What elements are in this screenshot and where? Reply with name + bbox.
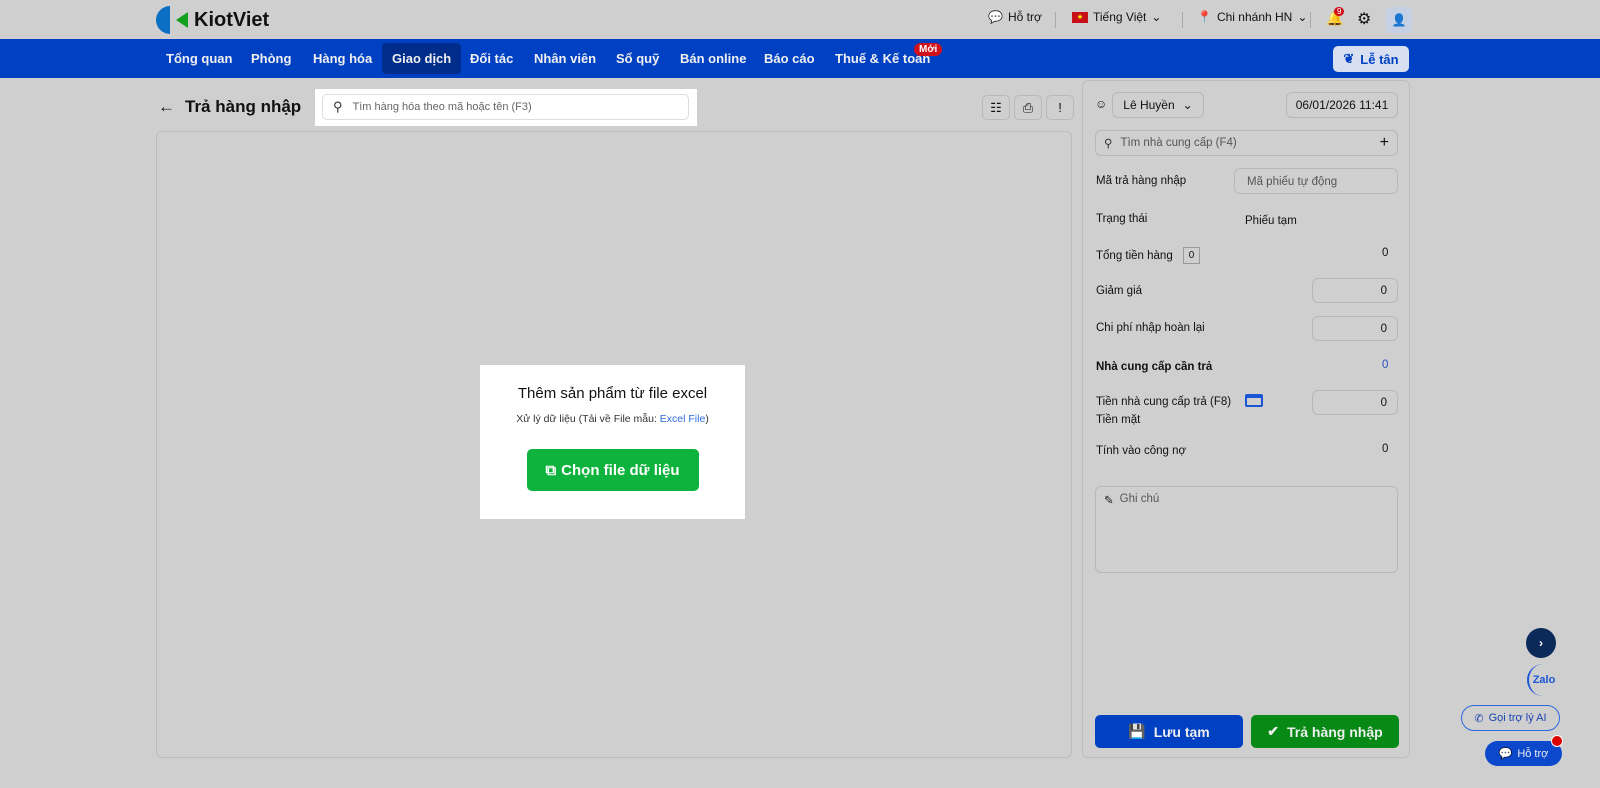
chevron-down-icon: ⌄: [1151, 10, 1162, 24]
exclamation-icon: !: [1058, 100, 1062, 115]
printer-icon: ⎙: [1022, 99, 1034, 115]
floppy-icon: 💾: [1128, 723, 1146, 739]
search-icon: ⚲: [333, 99, 343, 114]
nav-ban-online[interactable]: Bán online: [670, 43, 756, 74]
branch-select[interactable]: 📍 Chi nhánh HN ⌄: [1197, 10, 1307, 24]
vn-flag-icon: ★: [1072, 11, 1088, 23]
check-icon: ✔: [1267, 723, 1280, 739]
language-select[interactable]: ★ Tiếng Việt ⌄: [1072, 10, 1161, 24]
lotus-icon: ❦: [1343, 51, 1355, 66]
supplier-paid-label: Tiền nhà cung cấp trả (F8): [1096, 396, 1232, 408]
ai-assistant-button[interactable]: ✆ Gọi trợ lý AI: [1461, 705, 1560, 731]
divider: [1055, 12, 1056, 28]
nav-giao-dich[interactable]: Giao dịch: [382, 43, 462, 74]
code-label: Mã trả hàng nhập: [1096, 175, 1187, 187]
code-input[interactable]: Mã phiếu tự động: [1234, 168, 1398, 194]
page-title: Trả hàng nhập: [185, 97, 302, 116]
credit-card-icon[interactable]: [1245, 394, 1263, 407]
supplier-due-label: Nhà cung cấp cần trả: [1096, 361, 1213, 373]
save-draft-button[interactable]: 💾 Lưu tạm: [1095, 715, 1243, 748]
kiotviet-logo[interactable]: KiotViet: [156, 6, 269, 34]
supplier-search-input[interactable]: ⚲ Tìm nhà cung cấp (F4) +: [1095, 130, 1398, 156]
total-value: 0: [1382, 247, 1389, 259]
info-button[interactable]: !: [1046, 95, 1074, 120]
import-excel-dialog: Thêm sản phẩm từ file excel Xử lý dữ liệ…: [480, 365, 745, 519]
status-label: Trạng thái: [1096, 213, 1148, 225]
product-search-input[interactable]: ⚲ Tìm hàng hóa theo mã hoặc tên (F3): [322, 94, 689, 120]
choose-file-button[interactable]: ⧉ Chọn file dữ liệu: [526, 449, 699, 491]
divider: [1310, 12, 1311, 28]
search-icon: ⚲: [1104, 138, 1113, 150]
nav-doi-tac[interactable]: Đối tác: [460, 43, 523, 74]
debt-value: 0: [1382, 443, 1389, 455]
notification-badge: 9: [1334, 7, 1345, 16]
chevron-down-icon: ⌄: [1182, 98, 1193, 112]
dialog-description: Xử lý dữ liệu (Tải về File mẫu: Excel Fi…: [516, 413, 709, 425]
total-label: Tổng tiền hàng: [1096, 250, 1173, 262]
copy-icon: ⧉: [545, 461, 557, 479]
reception-button[interactable]: ❦ Lễ tân: [1333, 46, 1409, 72]
datetime-field[interactable]: 06/01/2026 11:41: [1286, 92, 1398, 118]
debt-label: Tính vào công nợ: [1096, 445, 1187, 457]
barcode-mode-button[interactable]: ☷: [982, 95, 1010, 120]
supplier-due-value: 0: [1382, 359, 1389, 371]
nav-so-quy[interactable]: Sổ quỹ: [606, 43, 669, 74]
chat-icon: 💬: [1498, 748, 1513, 760]
chevron-right-icon: ›: [1539, 636, 1543, 650]
location-icon: 📍: [1197, 10, 1212, 24]
excel-template-link[interactable]: Excel File: [660, 413, 706, 425]
gear-icon[interactable]: ⚙: [1357, 9, 1371, 29]
discount-label: Giảm giá: [1096, 285, 1143, 297]
print-button[interactable]: ⎙: [1014, 95, 1042, 120]
bell-icon[interactable]: 🔔 9: [1326, 7, 1345, 27]
refund-cost-input[interactable]: 0: [1312, 316, 1398, 341]
nav-phong[interactable]: Phòng: [241, 43, 301, 74]
chat-icon: 💬: [988, 10, 1003, 24]
user-icon: ☺: [1095, 97, 1108, 111]
submit-return-button[interactable]: ✔ Trả hàng nhập: [1251, 715, 1399, 748]
support-link[interactable]: 💬 Hỗ trợ: [988, 10, 1042, 24]
avatar[interactable]: 👤: [1386, 7, 1412, 33]
user-select[interactable]: Lê Huyền ⌄: [1112, 92, 1204, 118]
discount-input[interactable]: 0: [1312, 278, 1398, 303]
help-chat-button[interactable]: 💬 Hỗ trợ: [1485, 741, 1562, 766]
dialog-title: Thêm sản phẩm từ file excel: [517, 385, 708, 402]
zalo-button[interactable]: Zalo: [1527, 664, 1559, 696]
nav-nhan-vien[interactable]: Nhân viên: [524, 43, 606, 74]
scanner-icon: ☷: [990, 99, 1002, 115]
phone-icon: ✆: [1474, 712, 1484, 725]
new-badge: Mới: [914, 43, 943, 56]
status-value: Phiếu tạm: [1245, 215, 1297, 227]
nav-tong-quan[interactable]: Tổng quan: [156, 43, 242, 74]
expand-widgets-button[interactable]: ›: [1526, 628, 1556, 658]
note-textarea[interactable]: ✎ Ghi chú: [1095, 486, 1398, 573]
back-arrow-icon[interactable]: ←: [158, 97, 175, 117]
payment-method: Tiền mặt: [1096, 414, 1141, 426]
unread-dot: [1551, 735, 1563, 747]
pencil-icon: ✎: [1104, 495, 1114, 507]
item-count-badge: 0: [1183, 247, 1200, 264]
nav-bao-cao[interactable]: Báo cáo: [754, 43, 825, 74]
nav-hang-hoa[interactable]: Hàng hóa: [303, 43, 382, 74]
refund-cost-label: Chi phí nhập hoàn lại: [1096, 322, 1205, 334]
divider: [1182, 12, 1183, 28]
page-header: ← Trả hàng nhập: [158, 97, 301, 117]
chevron-down-icon: ⌄: [1297, 10, 1308, 24]
supplier-paid-input[interactable]: 0: [1312, 390, 1398, 415]
plus-icon[interactable]: +: [1380, 134, 1389, 152]
